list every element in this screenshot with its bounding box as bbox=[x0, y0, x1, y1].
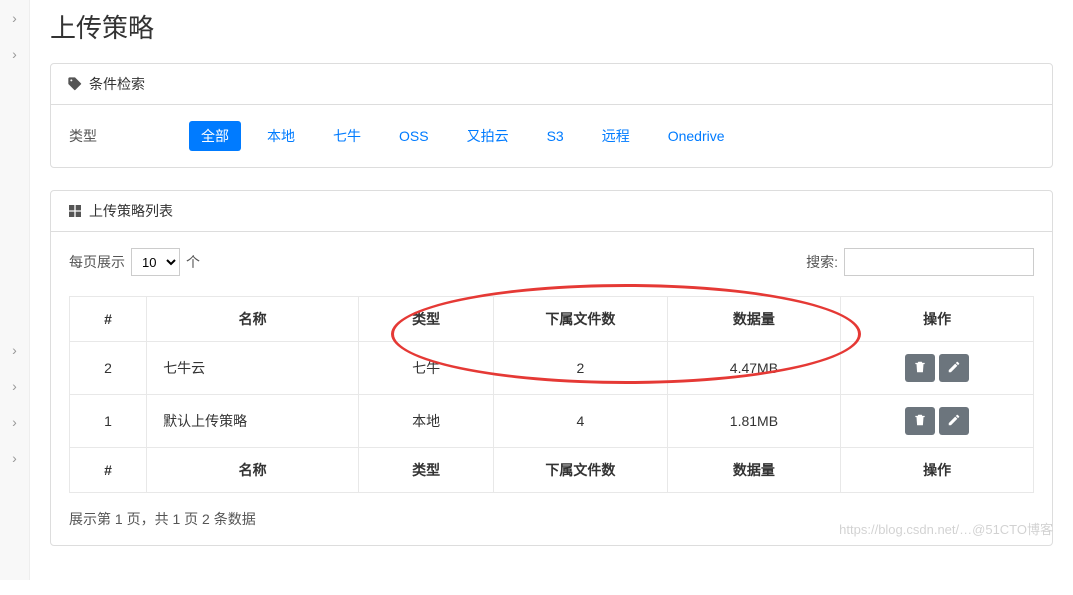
col-filecount[interactable]: 下属文件数 bbox=[494, 297, 668, 342]
list-card-title: 上传策略列表 bbox=[89, 201, 173, 221]
filter-card-title: 条件检索 bbox=[89, 74, 145, 94]
filter-option[interactable]: 全部 bbox=[189, 121, 241, 151]
per-page-prefix: 每页展示 bbox=[69, 252, 125, 272]
filter-option[interactable]: 七牛 bbox=[321, 121, 373, 151]
tag-icon bbox=[67, 76, 83, 92]
edit-icon bbox=[947, 413, 961, 430]
col-index: # bbox=[70, 448, 147, 493]
edit-icon bbox=[947, 360, 961, 377]
cell-type: 七牛 bbox=[359, 342, 494, 395]
search-label: 搜索: bbox=[806, 252, 838, 272]
sidebar-chevron[interactable]: › bbox=[0, 368, 29, 404]
delete-button[interactable] bbox=[905, 407, 935, 435]
pagination-info: 展示第 1 页，共 1 页 2 条数据 bbox=[69, 509, 1034, 529]
filter-option[interactable]: OSS bbox=[387, 123, 441, 149]
col-type: 类型 bbox=[359, 448, 494, 493]
col-size: 数据量 bbox=[667, 448, 841, 493]
sidebar-chevron[interactable]: › bbox=[0, 332, 29, 368]
col-name: 名称 bbox=[147, 448, 359, 493]
cell-size: 1.81MB bbox=[667, 395, 841, 448]
col-actions[interactable]: 操作 bbox=[841, 297, 1034, 342]
filter-option[interactable]: Onedrive bbox=[656, 123, 737, 149]
cell-actions bbox=[841, 342, 1034, 395]
col-type[interactable]: 类型 bbox=[359, 297, 494, 342]
cell-name: 默认上传策略 bbox=[147, 395, 359, 448]
cell-index: 2 bbox=[70, 342, 147, 395]
col-index[interactable]: # bbox=[70, 297, 147, 342]
filter-option[interactable]: S3 bbox=[535, 123, 576, 149]
sidebar-chevron[interactable]: › bbox=[0, 440, 29, 476]
cell-filecount: 4 bbox=[494, 395, 668, 448]
col-size[interactable]: 数据量 bbox=[667, 297, 841, 342]
policy-table: # 名称 类型 下属文件数 数据量 操作 2七牛云七牛24.47MB1默认上传策… bbox=[69, 296, 1034, 493]
cell-index: 1 bbox=[70, 395, 147, 448]
edit-button[interactable] bbox=[939, 407, 969, 435]
trash-icon bbox=[913, 360, 927, 377]
col-actions: 操作 bbox=[841, 448, 1034, 493]
table-row: 1默认上传策略本地41.81MB bbox=[70, 395, 1034, 448]
cell-type: 本地 bbox=[359, 395, 494, 448]
filter-option[interactable]: 远程 bbox=[590, 121, 642, 151]
cell-filecount: 2 bbox=[494, 342, 668, 395]
sidebar-collapsed: › › › › › › bbox=[0, 0, 30, 580]
col-name[interactable]: 名称 bbox=[147, 297, 359, 342]
sidebar-chevron[interactable]: › bbox=[0, 36, 29, 72]
filter-option[interactable]: 本地 bbox=[255, 121, 307, 151]
page-title: 上传策略 bbox=[50, 8, 1053, 45]
edit-button[interactable] bbox=[939, 354, 969, 382]
filter-type-label: 类型 bbox=[69, 126, 179, 146]
col-filecount: 下属文件数 bbox=[494, 448, 668, 493]
search-input[interactable] bbox=[844, 248, 1034, 276]
list-card: 上传策略列表 每页展示 10 个 搜索: # bbox=[50, 190, 1053, 546]
cell-name: 七牛云 bbox=[147, 342, 359, 395]
sidebar-chevron[interactable]: › bbox=[0, 0, 29, 36]
cell-actions bbox=[841, 395, 1034, 448]
grid-icon bbox=[67, 203, 83, 219]
filter-card-header: 条件检索 bbox=[51, 64, 1052, 105]
table-row: 2七牛云七牛24.47MB bbox=[70, 342, 1034, 395]
per-page-suffix: 个 bbox=[186, 252, 200, 272]
filter-card: 条件检索 类型 全部本地七牛 OSS 又拍云 S3 远程 Onedrive bbox=[50, 63, 1053, 168]
per-page-select[interactable]: 10 bbox=[131, 248, 180, 276]
trash-icon bbox=[913, 413, 927, 430]
delete-button[interactable] bbox=[905, 354, 935, 382]
table-header-row: # 名称 类型 下属文件数 数据量 操作 bbox=[70, 297, 1034, 342]
list-card-header: 上传策略列表 bbox=[51, 191, 1052, 232]
filter-option[interactable]: 又拍云 bbox=[455, 121, 521, 151]
sidebar-chevron[interactable]: › bbox=[0, 404, 29, 440]
table-footer-row: # 名称 类型 下属文件数 数据量 操作 bbox=[70, 448, 1034, 493]
cell-size: 4.47MB bbox=[667, 342, 841, 395]
